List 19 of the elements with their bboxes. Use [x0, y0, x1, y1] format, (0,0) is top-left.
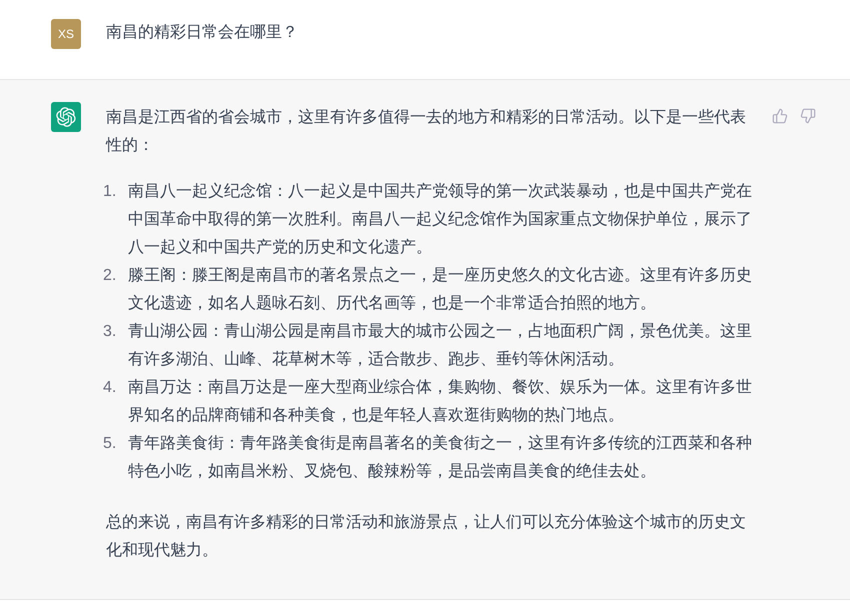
list-number: 4.: [103, 378, 118, 398]
list-item-text: 青山湖公园：青山湖公园是南昌市最大的城市公园之一，占地面积广阔，景色优美。这里有许多湖泊、山峰、花草树木等，适合散步、跑步、垂钓等休闲活动。: [128, 322, 753, 370]
assistant-avatar-icon: [51, 102, 81, 132]
thumbs-up-button[interactable]: [770, 106, 790, 126]
list-number: 3.: [103, 322, 118, 342]
thumbs-down-button[interactable]: [798, 106, 818, 126]
list-item-text: 南昌八一起义纪念馆：八一起义是中国共产党领导的第一次武装暴动，也是中国共产党在中国革命中取得的第一次胜利。南昌八一起义纪念馆作为国家重点文物保护单位，展示了八一起义和中国共产党的历史和文化遗产。: [128, 182, 753, 258]
list-item-text: 南昌万达：南昌万达是一座大型商业综合体，集购物、餐饮、娱乐为一体。这里有许多世界知名的品牌商铺和各种美食，也是年轻人喜欢逛街购物的热门地点。: [128, 378, 753, 426]
message-paragraph: 南昌是江西省的省会城市，这里有许多值得一去的地方和精彩的日常活动。以下是一些代表性的：: [106, 108, 747, 156]
thumbs-up-icon: [772, 108, 788, 124]
list-item-text: 滕王阁：滕王阁是南昌市的著名景点之一，是一座历史悠久的文化古迹。这里有许多历史文化遗迹，如名人题咏石刻、历代名画等，也是一个非常适合拍照的地方。: [128, 266, 753, 314]
list-number: 5.: [103, 434, 118, 454]
list-number: 1.: [103, 182, 118, 202]
message-paragraph: 总的来说，南昌有许多精彩的日常活动和旅游景点，让人们可以充分体验这个城市的历史文化和现代魅力。: [106, 512, 747, 561]
list-number: 2.: [103, 266, 118, 286]
user-message: 南昌的精彩日常会在哪里？: [106, 22, 298, 43]
list-item-text: 青年路美食街：青年路美食街是南昌著名的美食街之一，这里有许多传统的江西菜和各种特色小吃，如南昌米粉、叉烧包、酸辣粉等，是品尝南昌美食的绝佳去处。: [128, 434, 753, 482]
user-avatar: XS: [51, 19, 81, 49]
thumbs-down-icon: [800, 108, 816, 124]
